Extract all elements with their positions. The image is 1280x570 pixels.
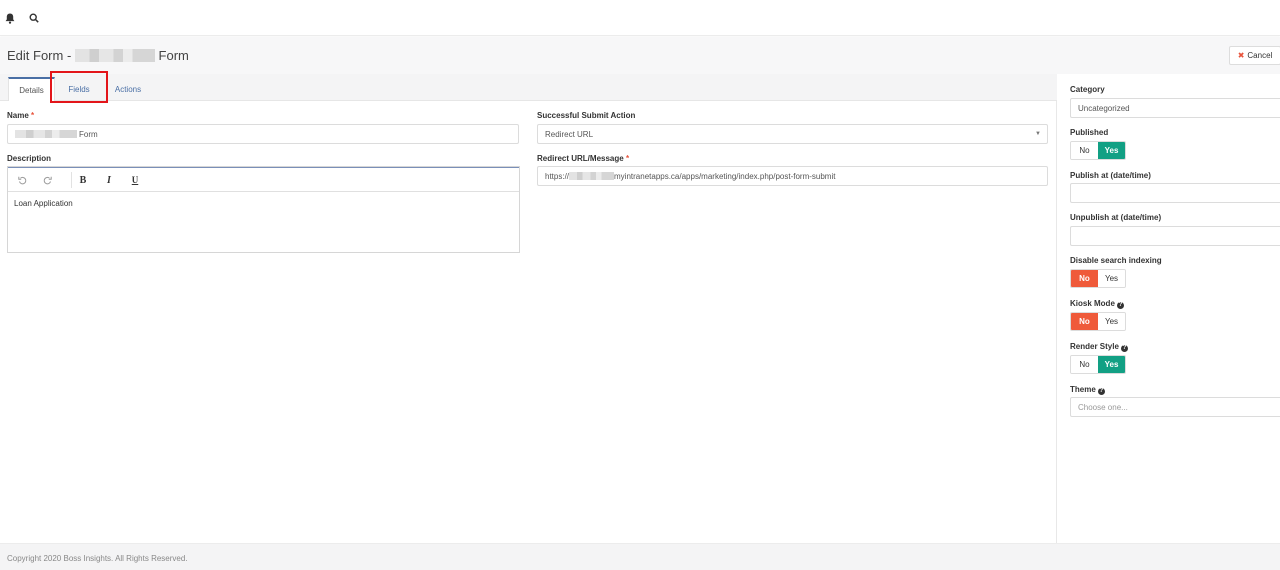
published-label: Published <box>1070 128 1109 137</box>
published-toggle[interactable]: No Yes <box>1070 141 1126 160</box>
close-icon: ✖ <box>1237 51 1245 60</box>
render-style-label: Render Style? <box>1070 342 1128 352</box>
copyright-text: Copyright 2020 Boss Insights. All Rights… <box>7 554 188 563</box>
submit-action-value: Redirect URL <box>545 129 594 139</box>
tab-label: Fields <box>68 84 90 94</box>
theme-label: Theme? <box>1070 385 1105 395</box>
name-label-text: Name <box>7 111 29 120</box>
italic-button[interactable]: I <box>102 174 116 186</box>
editor-toolbar: B I U <box>8 167 519 192</box>
render-style-label-text: Render Style <box>1070 342 1119 351</box>
footer: Copyright 2020 Boss Insights. All Rights… <box>0 543 1280 570</box>
toggle-no[interactable]: No <box>1071 270 1098 287</box>
redacted-text <box>15 130 77 138</box>
redirect-url-prefix: https:// <box>545 171 570 181</box>
cancel-button[interactable]: ✖ Cancel <box>1229 46 1280 65</box>
tab-details[interactable]: Details <box>8 77 55 101</box>
redacted-text <box>74 49 155 62</box>
tab-fields[interactable]: Fields <box>58 77 100 101</box>
toggle-yes[interactable]: Yes <box>1098 356 1125 373</box>
kiosk-mode-label-text: Kiosk Mode <box>1070 299 1115 308</box>
page-title-prefix: Edit Form - <box>7 48 72 63</box>
disable-search-toggle[interactable]: No Yes <box>1070 269 1126 288</box>
toggle-no[interactable]: No <box>1071 356 1098 373</box>
tab-label: Details <box>19 85 44 95</box>
toggle-no[interactable]: No <box>1071 142 1098 159</box>
disable-search-label: Disable search indexing <box>1070 256 1162 265</box>
page-title-suffix: Form <box>158 48 189 63</box>
bell-icon[interactable] <box>3 11 17 25</box>
tab-bar: Details Fields Actions <box>0 74 1057 101</box>
category-label: Category <box>1070 85 1105 94</box>
name-label: Name * <box>7 111 34 120</box>
main-panel: Details Fields Actions <box>0 74 1057 543</box>
unpublish-at-label: Unpublish at (date/time) <box>1070 213 1162 222</box>
description-text[interactable]: Loan Application <box>14 199 73 208</box>
search-icon[interactable] <box>27 11 41 25</box>
redirect-url-input[interactable]: https:// myintranetapps.ca/apps/marketin… <box>537 166 1048 186</box>
redo-icon[interactable] <box>40 174 54 186</box>
caret-down-icon: ▼ <box>1035 131 1041 137</box>
required-marker: * <box>625 154 630 163</box>
bold-button[interactable]: B <box>76 174 90 186</box>
redirect-label: Redirect URL/Message * <box>537 154 629 163</box>
page-header: Edit Form - Form <box>0 37 1280 74</box>
underline-button[interactable]: U <box>128 174 142 186</box>
kiosk-mode-toggle[interactable]: No Yes <box>1070 312 1126 331</box>
category-value: Uncategorized <box>1078 103 1130 113</box>
toggle-yes[interactable]: Yes <box>1098 142 1125 159</box>
publish-at-input[interactable] <box>1070 183 1280 203</box>
help-icon[interactable]: ? <box>1116 302 1124 309</box>
kiosk-mode-label: Kiosk Mode? <box>1070 299 1124 309</box>
name-input[interactable]: Form <box>7 124 519 144</box>
cancel-button-label: Cancel <box>1247 51 1273 60</box>
publish-at-label: Publish at (date/time) <box>1070 171 1151 180</box>
submit-action-label: Successful Submit Action <box>537 111 636 120</box>
name-value: Form <box>79 129 98 139</box>
description-editor[interactable]: B I U Loan Application <box>7 166 520 253</box>
toolbar-divider <box>71 172 72 188</box>
redirect-url-suffix: myintranetapps.ca/apps/marketing/index.p… <box>614 171 836 181</box>
category-select[interactable]: Uncategorized <box>1070 98 1280 118</box>
help-icon[interactable]: ? <box>1097 388 1105 395</box>
description-label: Description <box>7 154 52 163</box>
tab-actions[interactable]: Actions <box>104 77 152 101</box>
toggle-no[interactable]: No <box>1071 313 1098 330</box>
help-icon[interactable]: ? <box>1120 345 1128 352</box>
redirect-label-text: Redirect URL/Message <box>537 154 624 163</box>
theme-label-text: Theme <box>1070 385 1096 394</box>
render-style-toggle[interactable]: No Yes <box>1070 355 1126 374</box>
theme-placeholder: Choose one... <box>1078 402 1128 412</box>
required-marker: * <box>31 111 35 120</box>
unpublish-at-input[interactable] <box>1070 226 1280 246</box>
toggle-yes[interactable]: Yes <box>1098 270 1125 287</box>
toggle-yes[interactable]: Yes <box>1098 313 1125 330</box>
redacted-text <box>569 172 615 180</box>
top-navbar <box>0 0 1280 36</box>
page-title: Edit Form - Form <box>7 48 189 63</box>
submit-action-select[interactable]: Redirect URL ▼ <box>537 124 1048 144</box>
theme-select[interactable]: Choose one... <box>1070 397 1280 417</box>
tab-label: Actions <box>114 84 142 94</box>
undo-icon[interactable] <box>15 174 29 186</box>
